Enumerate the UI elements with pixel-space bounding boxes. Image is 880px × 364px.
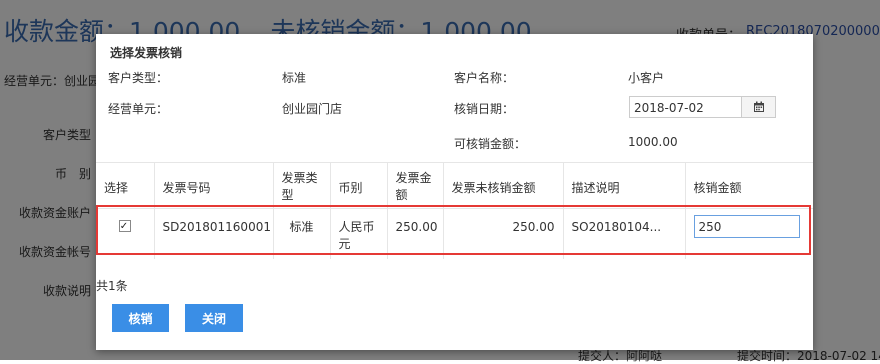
dialog-title: 选择发票核销 [110, 46, 183, 60]
header-invoice-type: 发票类型 [272, 162, 330, 209]
table-header-row: 选择 发票号码 发票类型 币别 发票金额 发票未核销金额 描述说明 核销金额 [96, 162, 813, 209]
verify-button[interactable]: 核销 [112, 304, 169, 332]
close-button[interactable]: 关闭 [185, 304, 243, 332]
calendar-button[interactable] [742, 96, 776, 118]
customer-name-value: 小客户 [628, 71, 665, 85]
cell-unverified-amount: 250.00 [442, 208, 563, 259]
row-select-cell [96, 208, 154, 259]
cell-invoice-type: 标准 [272, 208, 330, 259]
customer-type-value: 标准 [282, 71, 307, 85]
header-description: 描述说明 [562, 162, 685, 209]
header-currency: 币别 [329, 162, 387, 209]
header-select: 选择 [96, 162, 154, 209]
customer-type-label: 客户类型： [108, 71, 169, 85]
verify-amount-input[interactable] [693, 215, 800, 238]
business-unit-label: 经营单元： [108, 102, 169, 116]
cell-invoice-amount: 250.00 [386, 208, 443, 259]
cell-invoice-no: SD201801160001 [153, 208, 273, 259]
header-invoice-amount: 发票金额 [386, 162, 443, 209]
business-unit-value: 创业园门店 [282, 102, 343, 116]
cell-description: SO20180104... [562, 208, 685, 259]
available-amount-value: 1000.00 [628, 135, 678, 149]
verify-date-label: 核销日期： [454, 102, 515, 116]
cell-currency: 人民币元 [329, 208, 387, 259]
customer-name-label: 客户名称： [454, 71, 515, 85]
verify-date-input[interactable]: 2018-07-02 [629, 96, 742, 118]
header-invoice-no: 发票号码 [153, 162, 273, 209]
header-unverified-amount: 发票未核销金额 [442, 162, 563, 209]
invoice-verify-dialog: 选择发票核销 客户类型： 标准 客户名称： 小客户 经营单元： 创业园门店 核销… [96, 34, 813, 350]
table-row: SD201801160001 标准 人民币元 250.00 250.00 SO2… [96, 208, 813, 259]
row-select-checkbox[interactable] [118, 218, 131, 235]
available-amount-label: 可核销金额： [454, 137, 527, 151]
invoice-table: 选择 发票号码 发票类型 币别 发票金额 发票未核销金额 描述说明 核销金额 S… [96, 162, 813, 259]
calendar-icon [753, 101, 764, 112]
header-verify-amount: 核销金额 [684, 162, 813, 209]
cell-verify-amount [684, 208, 813, 259]
record-count: 共1条 [96, 279, 128, 293]
